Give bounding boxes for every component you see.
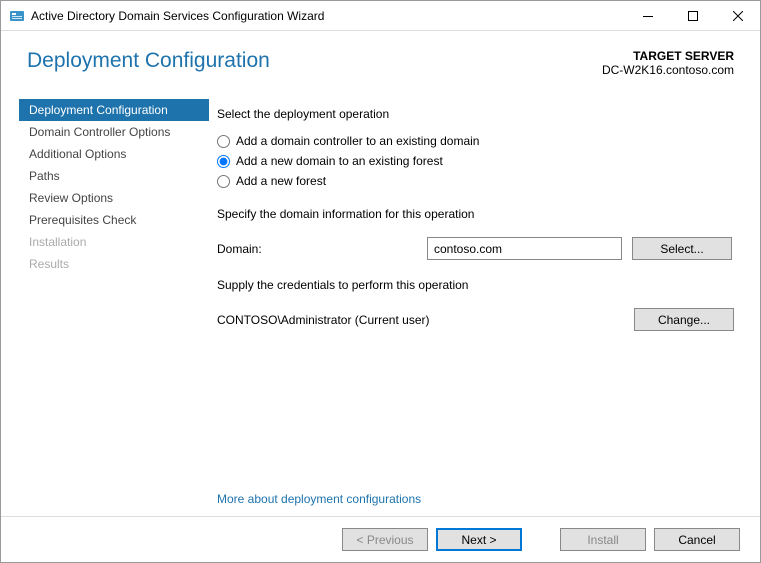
sidebar: Deployment Configuration Domain Controll…: [19, 93, 209, 516]
change-credentials-button[interactable]: Change...: [634, 308, 734, 331]
domain-input[interactable]: [427, 237, 622, 260]
page-title: Deployment Configuration: [27, 49, 602, 73]
radio-input-add-dc[interactable]: [217, 135, 230, 148]
titlebar: Active Directory Domain Services Configu…: [1, 1, 760, 31]
specify-domain-label: Specify the domain information for this …: [217, 207, 734, 221]
step-prerequisites-check[interactable]: Prerequisites Check: [19, 209, 209, 231]
radio-input-add-domain[interactable]: [217, 155, 230, 168]
radio-input-new-forest[interactable]: [217, 175, 230, 188]
install-button: Install: [560, 528, 646, 551]
radio-label: Add a domain controller to an existing d…: [236, 134, 479, 148]
step-results: Results: [19, 253, 209, 275]
step-paths[interactable]: Paths: [19, 165, 209, 187]
target-server-value: DC-W2K16.contoso.com: [602, 63, 734, 77]
body: Deployment Configuration Domain Controll…: [1, 83, 760, 516]
target-server: TARGET SERVER DC-W2K16.contoso.com: [602, 49, 734, 77]
radio-label: Add a new domain to an existing forest: [236, 154, 443, 168]
credentials-text: CONTOSO\Administrator (Current user): [217, 313, 634, 327]
close-button[interactable]: [715, 1, 760, 30]
select-domain-button[interactable]: Select...: [632, 237, 732, 260]
step-review-options[interactable]: Review Options: [19, 187, 209, 209]
window-title: Active Directory Domain Services Configu…: [31, 9, 324, 23]
step-installation: Installation: [19, 231, 209, 253]
header: Deployment Configuration TARGET SERVER D…: [1, 31, 760, 83]
radio-add-domain-existing-forest[interactable]: Add a new domain to an existing forest: [217, 154, 734, 168]
wizard-window: Active Directory Domain Services Configu…: [0, 0, 761, 563]
radio-add-dc-existing-domain[interactable]: Add a domain controller to an existing d…: [217, 134, 734, 148]
minimize-button[interactable]: [625, 1, 670, 30]
domain-row: Domain: Select...: [217, 237, 734, 260]
radio-label: Add a new forest: [236, 174, 326, 188]
credentials-row: CONTOSO\Administrator (Current user) Cha…: [217, 308, 734, 331]
more-about-link[interactable]: More about deployment configurations: [217, 484, 734, 516]
step-domain-controller-options[interactable]: Domain Controller Options: [19, 121, 209, 143]
domain-label: Domain:: [217, 242, 427, 256]
app-icon: [9, 8, 25, 24]
radio-add-new-forest[interactable]: Add a new forest: [217, 174, 734, 188]
next-button[interactable]: Next >: [436, 528, 522, 551]
footer: < Previous Next > Install Cancel: [1, 516, 760, 562]
cancel-button[interactable]: Cancel: [654, 528, 740, 551]
supply-credentials-label: Supply the credentials to perform this o…: [217, 278, 734, 292]
step-deployment-configuration[interactable]: Deployment Configuration: [19, 99, 209, 121]
maximize-button[interactable]: [670, 1, 715, 30]
select-operation-label: Select the deployment operation: [217, 107, 734, 121]
main-panel: Select the deployment operation Add a do…: [209, 93, 734, 516]
previous-button: < Previous: [342, 528, 428, 551]
target-server-label: TARGET SERVER: [602, 49, 734, 63]
step-additional-options[interactable]: Additional Options: [19, 143, 209, 165]
